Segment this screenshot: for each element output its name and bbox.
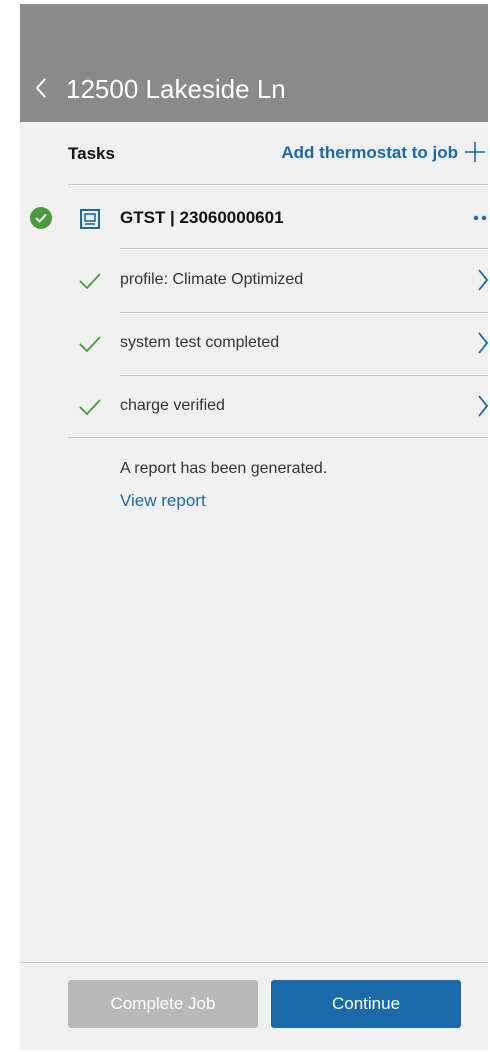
task-row-profile[interactable]: profile: Climate Optimized xyxy=(20,252,488,314)
divider xyxy=(68,437,488,438)
check-icon xyxy=(79,399,101,416)
ellipsis-icon[interactable] xyxy=(472,212,488,224)
check-icon xyxy=(79,273,101,290)
page-title: 12500 Lakeside Ln xyxy=(66,74,286,104)
chevron-right-icon xyxy=(478,332,488,354)
footer-divider xyxy=(20,962,488,963)
chevron-left-icon[interactable] xyxy=(34,76,48,100)
continue-button[interactable]: Continue xyxy=(271,980,461,1028)
tasks-heading: Tasks xyxy=(68,144,115,163)
complete-job-button[interactable]: Complete Job xyxy=(68,980,258,1028)
check-icon xyxy=(79,336,101,353)
header-bar: 12500 Lakeside Ln xyxy=(20,4,488,122)
task-label: profile: Climate Optimized xyxy=(120,271,304,288)
task-label: charge verified xyxy=(120,397,225,414)
divider xyxy=(68,184,488,185)
add-thermostat-link[interactable]: Add thermostat to job xyxy=(281,143,458,163)
screen: 12500 Lakeside Ln Tasks Add thermostat t… xyxy=(20,4,488,1050)
chevron-right-icon xyxy=(478,269,488,291)
divider xyxy=(120,248,488,249)
device-title[interactable]: GTST | 23060000601 xyxy=(120,208,284,228)
view-report-link[interactable]: View report xyxy=(120,491,206,511)
divider xyxy=(120,375,488,376)
thermostat-icon xyxy=(80,209,100,229)
task-row-system-test[interactable]: system test completed xyxy=(20,315,488,377)
plus-icon[interactable] xyxy=(464,141,486,163)
chevron-right-icon xyxy=(478,395,488,417)
report-message: A report has been generated. xyxy=(120,460,328,477)
check-circle-icon xyxy=(30,207,52,229)
task-row-charge[interactable]: charge verified xyxy=(20,378,488,440)
divider xyxy=(120,312,488,313)
task-label: system test completed xyxy=(120,334,280,351)
